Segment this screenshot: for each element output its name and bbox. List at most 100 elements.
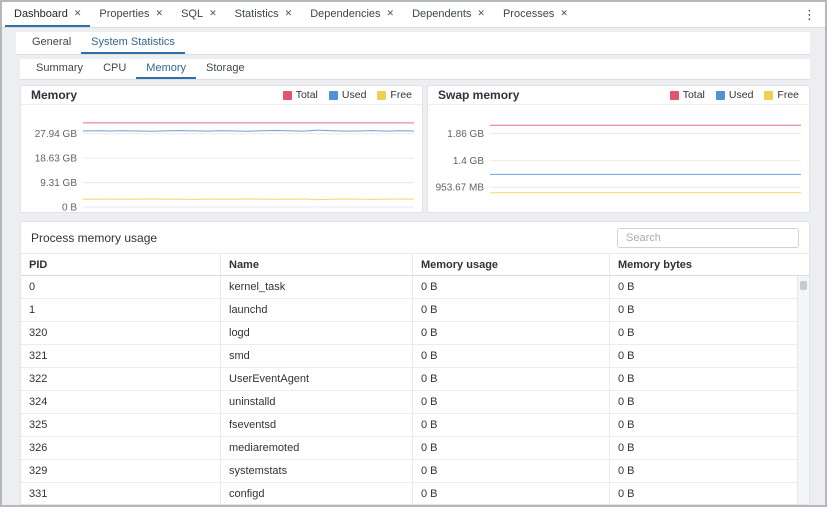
legend-item-total: Total xyxy=(283,89,318,101)
window-tab-dependencies[interactable]: Dependencies ✕ xyxy=(301,2,403,27)
tab-label: Dependencies xyxy=(310,8,380,20)
table-cell: 324 xyxy=(21,391,221,413)
table-row: 322UserEventAgent0 B0 B xyxy=(21,368,809,391)
window-tab-dependents[interactable]: Dependents✕ xyxy=(403,2,494,27)
legend-label: Used xyxy=(729,89,754,101)
process-table-title-row: Process memory usage xyxy=(21,222,809,253)
table-cell: 0 B xyxy=(413,460,610,482)
memory-chart-canvas: 27.94 GB 18.63 GB 9.31 GB 0 B xyxy=(21,105,422,212)
tab-label: Statistics xyxy=(235,8,279,20)
close-icon[interactable]: ✕ xyxy=(387,9,395,18)
process-table-title: Process memory usage xyxy=(31,231,157,245)
table-cell: kernel_task xyxy=(221,276,413,298)
table-cell: 0 B xyxy=(610,322,809,344)
close-icon[interactable]: ✕ xyxy=(285,9,293,18)
legend-item-free: Free xyxy=(377,89,412,101)
table-row: 329systemstats0 B0 B xyxy=(21,460,809,483)
table-scrollbar[interactable] xyxy=(797,276,809,504)
svg-text:0 B: 0 B xyxy=(62,203,77,213)
table-cell: 329 xyxy=(21,460,221,482)
table-cell: 0 B xyxy=(610,345,809,367)
stats-tab-memory[interactable]: Memory xyxy=(136,59,196,79)
process-table-header: PIDNameMemory usageMemory bytes xyxy=(21,253,809,276)
table-cell: configd xyxy=(221,483,413,504)
legend-label: Total xyxy=(296,89,318,101)
table-row: 331configd0 B0 B xyxy=(21,483,809,504)
table-row: 321smd0 B0 B xyxy=(21,345,809,368)
window-tab-properties[interactable]: Properties✕ xyxy=(90,2,172,27)
table-cell: 321 xyxy=(21,345,221,367)
table-cell: logd xyxy=(221,322,413,344)
legend-item-used: Used xyxy=(329,89,367,101)
stats-tab-cpu[interactable]: CPU xyxy=(93,59,136,79)
process-table-body: 0kernel_task0 B0 B1launchd0 B0 B320logd0… xyxy=(21,276,809,504)
swap-chart-legend: Total Used Free xyxy=(670,89,799,101)
legend-swatch-used xyxy=(329,91,338,100)
dashboard-tab-general[interactable]: General xyxy=(22,32,81,54)
table-row: 326mediaremoted0 B0 B xyxy=(21,437,809,460)
close-icon[interactable]: ✕ xyxy=(477,9,485,18)
memory-chart-title: Memory xyxy=(31,88,77,102)
memory-chart-card: Memory Total Used Free 27.94 GB 18.63 GB 9.3… xyxy=(20,85,423,213)
legend-item-total: Total xyxy=(670,89,705,101)
table-cell: 0 B xyxy=(413,391,610,413)
window-tab-dashboard[interactable]: Dashboard ✕ xyxy=(5,2,90,27)
table-cell: 0 B xyxy=(610,391,809,413)
svg-text:1.4 GB: 1.4 GB xyxy=(453,156,484,167)
legend-label: Used xyxy=(342,89,367,101)
table-cell: smd xyxy=(221,345,413,367)
tab-menu-kebab-icon[interactable]: ⋮ xyxy=(794,2,825,27)
table-cell: 0 B xyxy=(610,460,809,482)
legend-swatch-total xyxy=(283,91,292,100)
column-header-memory-usage[interactable]: Memory usage xyxy=(413,254,610,275)
table-cell: 0 B xyxy=(610,414,809,436)
column-header-memory-bytes[interactable]: Memory bytes xyxy=(610,254,809,275)
svg-text:9.31 GB: 9.31 GB xyxy=(40,178,77,189)
legend-label: Free xyxy=(777,89,799,101)
system-statistics-tab-bar: SummaryCPUMemoryStorage xyxy=(20,59,810,80)
svg-text:27.94 GB: 27.94 GB xyxy=(35,129,78,140)
table-cell: systemstats xyxy=(221,460,413,482)
table-cell: 0 B xyxy=(610,299,809,321)
search-input[interactable] xyxy=(617,228,799,248)
column-header-name[interactable]: Name xyxy=(221,254,413,275)
swap-chart-canvas: 1.86 GB1.4 GB953.67 MB xyxy=(428,105,809,212)
memory-chart-header: Memory Total Used Free xyxy=(21,86,422,105)
table-cell: 0 B xyxy=(413,437,610,459)
table-cell: 325 xyxy=(21,414,221,436)
legend-label: Free xyxy=(390,89,412,101)
table-cell: 0 B xyxy=(413,483,610,504)
close-icon[interactable]: ✕ xyxy=(209,9,217,18)
legend-swatch-free xyxy=(377,91,386,100)
tab-label: Processes xyxy=(503,8,554,20)
charts-row: Memory Total Used Free 27.94 GB 18.63 GB 9.3… xyxy=(20,85,810,213)
table-cell: 0 B xyxy=(610,276,809,298)
column-header-pid[interactable]: PID xyxy=(21,254,221,275)
table-cell: 0 B xyxy=(413,414,610,436)
dashboard-tab-system-statistics[interactable]: System Statistics xyxy=(81,32,185,54)
stats-tab-summary[interactable]: Summary xyxy=(26,59,93,79)
close-icon[interactable]: ✕ xyxy=(560,9,568,18)
close-icon[interactable]: ✕ xyxy=(156,9,164,18)
table-cell: 320 xyxy=(21,322,221,344)
legend-item-used: Used xyxy=(716,89,754,101)
memory-chart-legend: Total Used Free xyxy=(283,89,412,101)
window-tab-sql[interactable]: SQL✕ xyxy=(172,2,226,27)
tab-label: Dashboard xyxy=(14,8,68,20)
swap-chart-card: Swap memory TotalUsedFree 1.86 GB1.4 GB9… xyxy=(427,85,810,213)
table-cell: 0 B xyxy=(413,345,610,367)
table-row: 1launchd0 B0 B xyxy=(21,299,809,322)
table-scrollbar-thumb[interactable] xyxy=(800,281,807,290)
pgadmin-dashboard-panel: Dashboard✕Properties✕SQL✕Statistics✕Depe… xyxy=(0,0,827,507)
legend-swatch-total xyxy=(670,91,679,100)
svg-text:18.63 GB: 18.63 GB xyxy=(35,154,78,165)
close-icon[interactable]: ✕ xyxy=(74,9,82,18)
table-row: 0kernel_task0 B0 B xyxy=(21,276,809,299)
window-tab-processes[interactable]: Processes ✕ xyxy=(494,2,577,27)
stats-tab-storage[interactable]: Storage xyxy=(196,59,255,79)
table-cell: uninstalld xyxy=(221,391,413,413)
window-tab-statistics[interactable]: Statistics ✕ xyxy=(226,2,302,27)
table-cell: UserEventAgent xyxy=(221,368,413,390)
legend-swatch-free xyxy=(764,91,773,100)
table-cell: 0 xyxy=(21,276,221,298)
